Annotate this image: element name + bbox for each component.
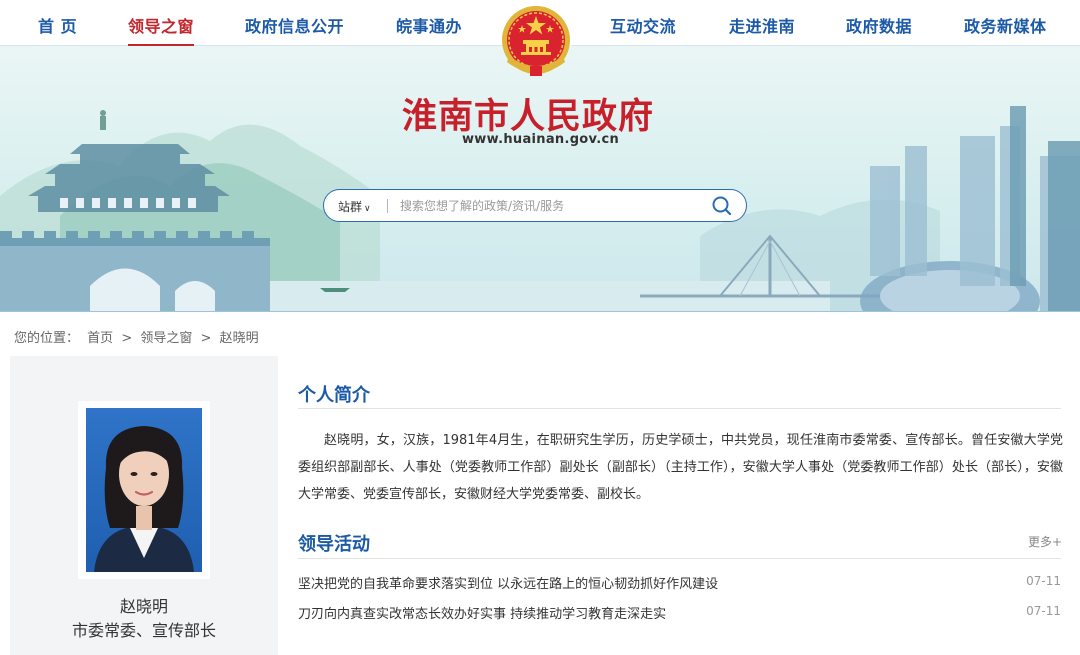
nav-leaders[interactable]: 领导之窗 bbox=[128, 13, 194, 37]
search-bar: 站群 ∨ bbox=[323, 189, 747, 222]
leader-name: 赵晓明 bbox=[119, 597, 168, 616]
nav-gov-info[interactable]: 政府信息公开 bbox=[245, 13, 344, 37]
list-item[interactable]: 刀刃向内真查实改常态长效办好实事 持续推动学习教育走深走实 07-11 bbox=[298, 601, 1061, 623]
breadcrumb-prefix: 您的位置： bbox=[14, 331, 80, 346]
activity-heading: 领导活动 bbox=[298, 534, 370, 555]
search-scope-select[interactable]: 站群 ∨ bbox=[338, 198, 371, 215]
news-title[interactable]: 刀刃向内真查实改常态长效办好实事 持续推动学习教育走深走实 bbox=[298, 603, 666, 622]
breadcrumb-current: 赵晓明 bbox=[219, 331, 259, 346]
photo-frame bbox=[78, 401, 210, 579]
breadcrumb: 您的位置： 首页 > 领导之窗 > 赵晓明 bbox=[14, 327, 263, 346]
leader-title: 市委常委、宣传部长 bbox=[71, 621, 216, 640]
bio-text: 赵晓明，女，汉族，1981年4月生，在职研究生学历，历史学硕士，中共党员，现任淮… bbox=[298, 433, 1063, 502]
nav-active-indicator bbox=[128, 44, 194, 46]
nav-home[interactable]: 首 页 bbox=[38, 13, 77, 37]
search-icon[interactable] bbox=[710, 194, 734, 218]
profile-card: 赵晓明 市委常委、宣传部长 bbox=[10, 356, 278, 655]
nav-new-media[interactable]: 政务新媒体 bbox=[964, 13, 1047, 37]
bio-heading: 个人简介 bbox=[298, 385, 370, 406]
search-divider bbox=[387, 199, 388, 213]
breadcrumb-leaders[interactable]: 领导之窗 bbox=[140, 331, 192, 346]
more-link[interactable]: 更多+ bbox=[1028, 533, 1062, 550]
city-landscape-illustration bbox=[0, 106, 1080, 311]
nav-gov-data[interactable]: 政府数据 bbox=[846, 13, 912, 37]
search-input[interactable] bbox=[400, 195, 700, 217]
breadcrumb-separator: > bbox=[121, 331, 133, 346]
breadcrumb-separator: > bbox=[200, 331, 212, 346]
breadcrumb-home[interactable]: 首页 bbox=[87, 331, 113, 346]
nav-anhui-services[interactable]: 皖事通办 bbox=[396, 13, 462, 37]
nav-visit-huainan[interactable]: 走进淮南 bbox=[729, 13, 795, 37]
news-date: 07-11 bbox=[1026, 574, 1061, 588]
site-url: www.huainan.gov.cn bbox=[462, 132, 620, 147]
list-item[interactable]: 坚决把党的自我革命要求落实到位 以永远在路上的恒心韧劲抓好作风建设 07-11 bbox=[298, 571, 1061, 593]
chevron-down-icon: ∨ bbox=[364, 204, 371, 214]
news-title[interactable]: 坚决把党的自我革命要求落实到位 以永远在路上的恒心韧劲抓好作风建设 bbox=[298, 573, 718, 592]
activity-divider bbox=[298, 558, 1061, 559]
nav-interaction[interactable]: 互动交流 bbox=[610, 13, 676, 37]
header-banner: 淮南市人民政府 www.huainan.gov.cn 站群 ∨ bbox=[0, 46, 1080, 312]
news-date: 07-11 bbox=[1026, 604, 1061, 618]
portrait-photo bbox=[86, 408, 202, 572]
bio-divider bbox=[298, 408, 1061, 409]
national-emblem-icon[interactable] bbox=[499, 4, 573, 84]
search-scope-label: 站群 bbox=[338, 200, 363, 214]
